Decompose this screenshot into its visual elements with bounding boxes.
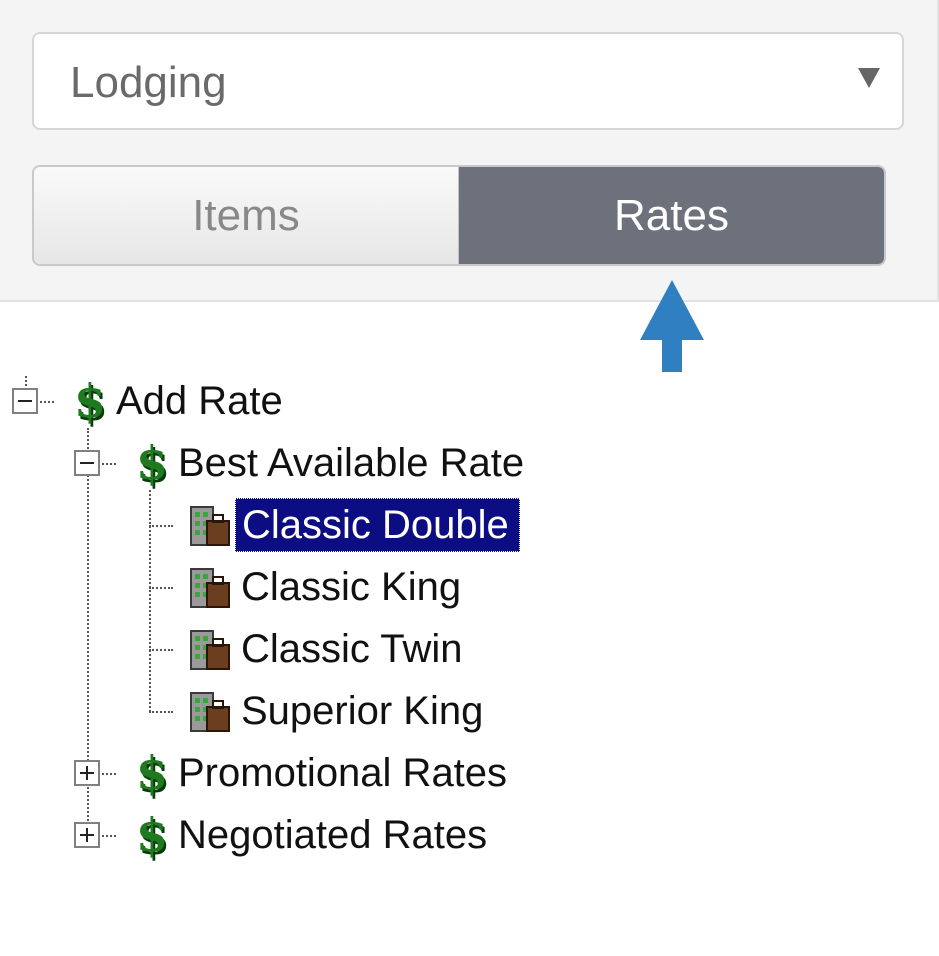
tree-node-label: Promotional Rates: [178, 751, 508, 795]
dollar-icon: $: [135, 436, 168, 490]
tree-leaf-label: Classic Double: [235, 498, 520, 552]
tree-leaf-classic-double[interactable]: Classic Double: [183, 497, 520, 553]
room-rate-icon: [190, 630, 230, 670]
dollar-icon: $: [135, 808, 168, 862]
tree-connector: [149, 525, 173, 527]
tree-node-add-rate[interactable]: $ Add Rate: [70, 373, 293, 429]
expand-promotional-rates-icon[interactable]: [74, 760, 100, 786]
tree-connector: [102, 463, 116, 465]
tree-leaf-label: Classic Twin: [241, 627, 463, 671]
expand-negotiated-rates-icon[interactable]: [74, 822, 100, 848]
dollar-icon: $: [135, 746, 168, 800]
tree-connector: [40, 401, 54, 403]
collapse-add-rate-icon[interactable]: [12, 388, 38, 414]
room-rate-icon: [190, 692, 230, 732]
tree-connector: [102, 773, 116, 775]
room-rate-icon: [190, 506, 230, 546]
tree-leaf-superior-king[interactable]: Superior King: [183, 683, 493, 739]
tree-node-label: Add Rate: [116, 379, 283, 423]
dollar-icon: $: [73, 374, 106, 428]
tree-node-best-available-rate[interactable]: $ Best Available Rate: [132, 435, 534, 491]
tree-leaf-classic-king[interactable]: Classic King: [183, 559, 471, 615]
tree-connector: [102, 835, 116, 837]
tree-connector: [149, 587, 173, 589]
tree-connector: [149, 649, 173, 651]
tree-node-label: Negotiated Rates: [178, 813, 488, 857]
rates-tree: $ Add Rate $ Best Available Rate Classic…: [0, 0, 939, 956]
tree-leaf-classic-twin[interactable]: Classic Twin: [183, 621, 473, 677]
tree-connector: [149, 711, 173, 713]
tree-node-promotional-rates[interactable]: $ Promotional Rates: [132, 745, 517, 801]
tree-leaf-label: Superior King: [241, 689, 484, 733]
tree-leaf-label: Classic King: [241, 565, 462, 609]
tree-node-label: Best Available Rate: [178, 441, 525, 485]
tree-node-negotiated-rates[interactable]: $ Negotiated Rates: [132, 807, 497, 863]
collapse-best-available-rate-icon[interactable]: [74, 450, 100, 476]
tree-connector: [149, 490, 151, 712]
room-rate-icon: [190, 568, 230, 608]
